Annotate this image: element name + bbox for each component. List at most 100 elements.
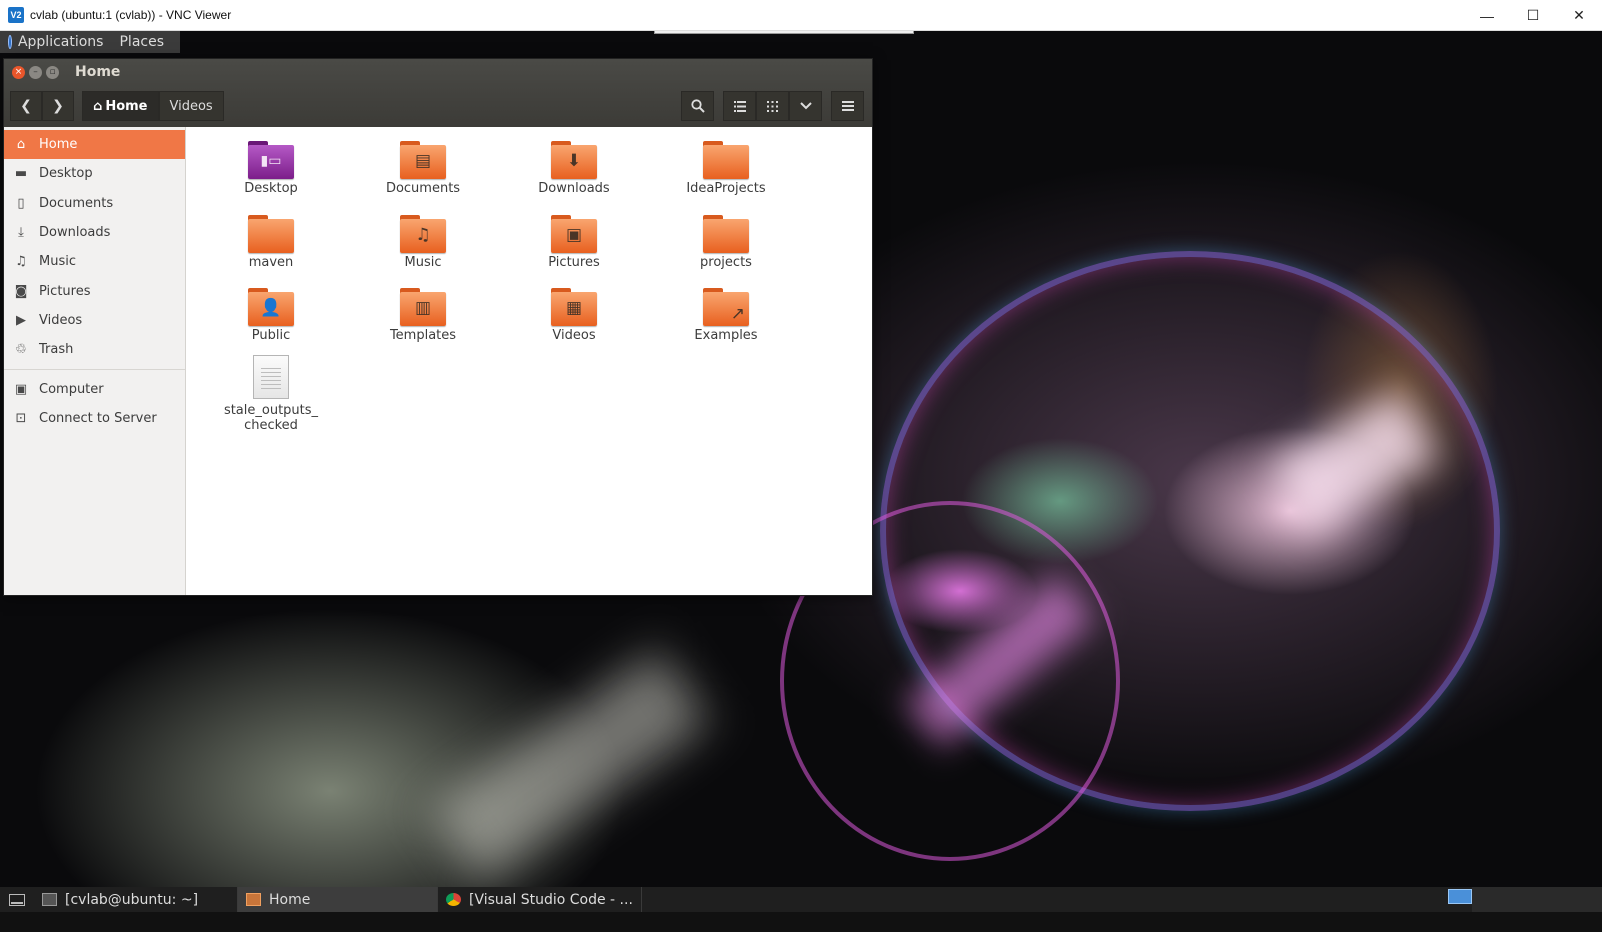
- file-manager-window: × – ▫ Home ❮ ❯ ⌂ Home Videos ⌂ Home ▬ De…: [3, 58, 873, 596]
- window-minimize-button[interactable]: –: [29, 65, 42, 79]
- grid-view-button[interactable]: [756, 91, 789, 121]
- forward-button[interactable]: ❯: [42, 91, 74, 121]
- folder-templates[interactable]: ▥ Templates: [363, 288, 483, 343]
- server-icon: ⊡: [15, 410, 27, 426]
- sidebar-item-label: Documents: [39, 195, 114, 211]
- close-button[interactable]: ✕: [1556, 0, 1602, 31]
- windows-taskbar: [cvlab@ubuntu: ~] Home [Visual Studio Co…: [0, 887, 1602, 912]
- path-bar: ⌂ Home Videos: [82, 91, 224, 121]
- folder-desktop[interactable]: ▮▭ Desktop: [211, 141, 331, 196]
- chrome-icon: [446, 893, 461, 906]
- list-view-button[interactable]: [723, 91, 756, 121]
- sidebar-item-label: Trash: [39, 342, 74, 358]
- sidebar-item-connect-to-server[interactable]: ⊡ Connect to Server: [4, 404, 185, 433]
- sidebar-item-music[interactable]: ♫ Music: [4, 247, 185, 276]
- workspace-switcher[interactable]: [1448, 889, 1472, 904]
- taskbar-vscode[interactable]: [Visual Studio Code - ...: [438, 887, 642, 912]
- toolbar-tools: [681, 91, 864, 121]
- text-file-icon: [253, 355, 289, 399]
- item-label: IdeaProjects: [686, 181, 766, 196]
- maximize-button[interactable]: ☐: [1510, 0, 1556, 31]
- path-home-button[interactable]: ⌂ Home: [82, 91, 159, 121]
- folder-projects[interactable]: projects: [666, 215, 786, 270]
- window-maximize-button[interactable]: ▫: [46, 65, 59, 79]
- taskbar-terminal[interactable]: [cvlab@ubuntu: ~]: [34, 887, 238, 912]
- taskbar-home[interactable]: Home: [238, 887, 438, 912]
- sidebar-item-pictures[interactable]: ◙ Pictures: [4, 276, 185, 305]
- view-options-button[interactable]: [789, 91, 822, 121]
- places-sidebar: ⌂ Home ▬ Desktop ▯ Documents ⤓ Downloads…: [4, 127, 186, 595]
- sidebar-item-label: Desktop: [39, 166, 93, 182]
- window-close-button[interactable]: ×: [12, 65, 25, 79]
- item-label: Examples: [694, 328, 758, 343]
- file-grid: ▮▭ Desktop ▤ Documents ⬇ Downloads IdeaP…: [186, 127, 872, 595]
- sidebar-item-label: Pictures: [39, 283, 91, 299]
- panel-dropdown-strip: [654, 31, 914, 34]
- item-label: stale_outputs_ checked: [223, 403, 319, 433]
- folder-icon: [248, 215, 294, 253]
- path-videos-button[interactable]: Videos: [158, 91, 224, 121]
- video-icon: ▶: [16, 312, 26, 328]
- chevron-down-icon: [799, 102, 812, 110]
- item-label: Music: [404, 255, 442, 270]
- folder-public[interactable]: 👤 Public: [211, 288, 331, 343]
- item-label: Public: [251, 328, 291, 343]
- wallpaper-glow: [429, 648, 711, 884]
- menu-button[interactable]: [831, 91, 864, 121]
- item-label: projects: [700, 255, 752, 270]
- search-button[interactable]: [681, 91, 714, 121]
- folder-pictures[interactable]: ▣ Pictures: [514, 215, 634, 270]
- sidebar-item-trash[interactable]: ♲ Trash: [4, 335, 185, 364]
- folder-maven[interactable]: maven: [211, 215, 331, 270]
- applications-menu-icon: [8, 35, 12, 49]
- vnc-window-title: cvlab (ubuntu:1 (cvlab)) - VNC Viewer: [30, 8, 232, 22]
- sidebar-item-home[interactable]: ⌂ Home: [4, 130, 185, 160]
- folder-videos[interactable]: ▦ Videos: [514, 288, 634, 343]
- sidebar-item-downloads[interactable]: ⤓ Downloads: [4, 218, 185, 247]
- taskbar-start-button[interactable]: [0, 887, 34, 912]
- templates-folder-icon: ▥: [400, 288, 446, 326]
- chevron-left-icon: ❮: [20, 98, 32, 114]
- folder-ideaprojects[interactable]: IdeaProjects: [666, 141, 786, 196]
- item-label: Templates: [389, 328, 457, 343]
- system-tray: [1472, 887, 1602, 912]
- file-manager-icon: [246, 893, 261, 906]
- folder-music[interactable]: ♫ Music: [363, 215, 483, 270]
- hamburger-menu-icon: [841, 101, 854, 111]
- sidebar-item-label: Computer: [39, 381, 104, 397]
- folder-downloads[interactable]: ⬇ Downloads: [514, 141, 634, 196]
- trash-icon: ♲: [15, 342, 27, 358]
- navigation-buttons: ❮ ❯: [10, 91, 74, 121]
- desktop-folder-icon: ▮▭: [248, 141, 294, 179]
- back-button[interactable]: ❮: [10, 91, 42, 121]
- sidebar-item-computer[interactable]: ▣ Computer: [4, 374, 185, 403]
- sidebar-item-desktop[interactable]: ▬ Desktop: [4, 159, 185, 188]
- applications-menu[interactable]: Applications: [18, 34, 104, 50]
- music-icon: ♫: [15, 254, 27, 270]
- window-title: Home: [75, 64, 121, 80]
- file-manager-toolbar: ❮ ❯ ⌂ Home Videos: [4, 85, 872, 127]
- file-manager-titlebar[interactable]: × – ▫ Home: [4, 59, 872, 85]
- places-menu[interactable]: Places: [119, 34, 164, 50]
- folder-documents[interactable]: ▤ Documents: [363, 141, 483, 196]
- path-videos-label: Videos: [169, 98, 213, 114]
- public-folder-icon: 👤: [248, 288, 294, 326]
- file-stale-outputs-checked[interactable]: stale_outputs_ checked: [211, 355, 331, 433]
- minimize-button[interactable]: —: [1464, 0, 1510, 31]
- item-label: Videos: [552, 328, 596, 343]
- music-folder-icon: ♫: [400, 215, 446, 253]
- sidebar-item-label: Music: [39, 254, 76, 270]
- list-view-icon: [733, 100, 746, 112]
- folder-icon: [703, 215, 749, 253]
- window-list-icon: [9, 893, 25, 906]
- folder-examples[interactable]: ↗ Examples: [666, 288, 786, 343]
- sidebar-item-videos[interactable]: ▶ Videos: [4, 306, 185, 335]
- sidebar-item-label: Connect to Server: [39, 410, 157, 426]
- item-label: Pictures: [548, 255, 600, 270]
- home-icon: ⌂: [93, 98, 103, 114]
- item-label: Downloads: [538, 181, 610, 196]
- desktop-icon: ▬: [14, 166, 28, 182]
- download-icon: ⤓: [18, 225, 24, 241]
- sidebar-item-documents[interactable]: ▯ Documents: [4, 189, 185, 218]
- pictures-folder-icon: ▣: [551, 215, 597, 253]
